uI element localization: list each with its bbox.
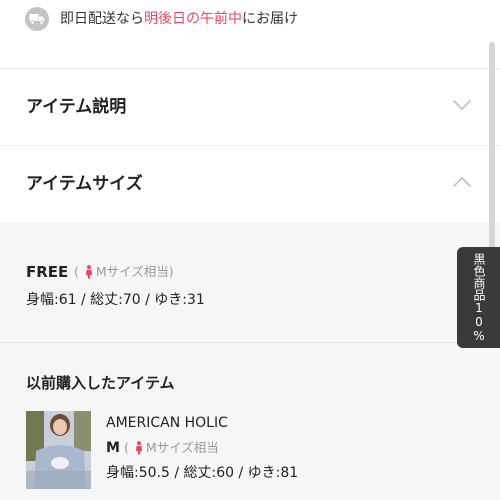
accordion-title: アイテムサイズ (26, 174, 143, 194)
size-measurements: 身幅:61 / 総丈:70 / ゆき:31 (26, 292, 205, 308)
size-detail-panel: FREE ( Mサイズ相当) 身幅:61 / 総丈:70 / ゆき:31 (0, 222, 500, 342)
delivery-highlight: 明後日の午前中 (144, 11, 242, 27)
delivery-text: 即日配送なら明後日の午前中にお届け (60, 9, 298, 29)
equiv-text: Mサイズ相当) (95, 264, 174, 279)
side-tab-label: 黒色商品10% (472, 252, 486, 343)
previous-purchase-panel: 以前購入したアイテム AMERICAN HOLIC M ( Mサイズ相当 身幅:… (0, 342, 500, 500)
truck-icon (25, 7, 49, 31)
product-measurements: 身幅:50.5 / 総丈:60 / ゆき:81 (106, 465, 299, 481)
size-equivalent: ( Mサイズ相当) (74, 263, 174, 281)
previous-purchase-title: 以前購入したアイテム (26, 374, 175, 392)
accordion-item-description[interactable]: アイテム説明 (0, 69, 500, 145)
product-size-equivalent: ( Mサイズ相当 (124, 439, 219, 457)
person-icon (135, 441, 142, 455)
equiv-open-paren: ( (74, 264, 79, 279)
product-thumbnail[interactable] (26, 411, 91, 489)
chevron-up-icon (453, 177, 471, 187)
accordion-item-size[interactable]: アイテムサイズ (0, 146, 500, 222)
product-brand: AMERICAN HOLIC (106, 415, 228, 431)
chevron-down-icon (453, 100, 471, 110)
equiv-text: Mサイズ相当 (145, 440, 219, 455)
side-promo-tab[interactable]: 黒色商品10% (457, 247, 500, 348)
delivery-prefix: 即日配送なら (60, 11, 144, 27)
size-name: FREE (26, 263, 69, 281)
equiv-open-paren: ( (124, 440, 129, 455)
delivery-suffix: にお届け (242, 11, 298, 27)
scrollbar-thumb[interactable] (489, 42, 495, 278)
person-icon (85, 265, 92, 279)
delivery-banner: 即日配送なら明後日の午前中にお届け (0, 0, 500, 68)
product-size: M (106, 440, 120, 456)
divider (0, 342, 500, 343)
accordion-title: アイテム説明 (26, 97, 127, 117)
